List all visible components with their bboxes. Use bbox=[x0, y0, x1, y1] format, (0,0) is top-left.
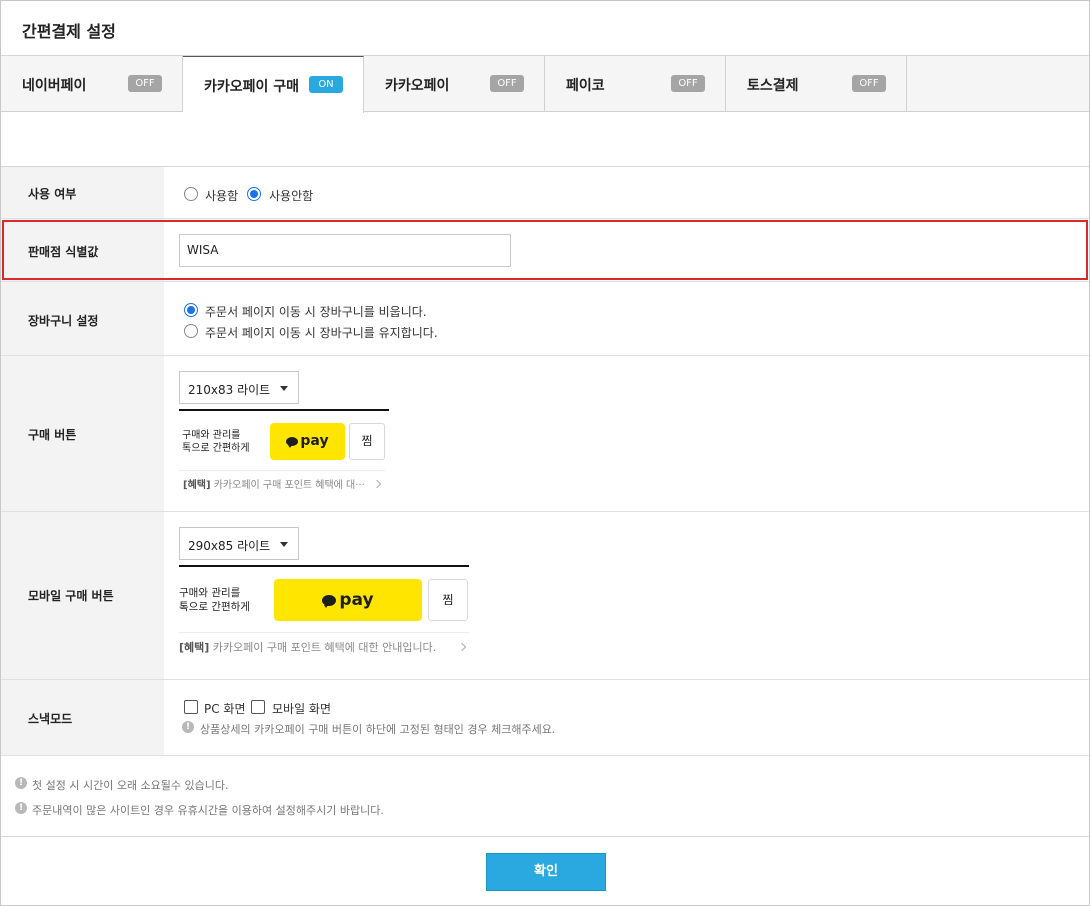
promo-line-2: 톡으로 간편하게 bbox=[182, 443, 250, 454]
row-value-cell: WISA bbox=[164, 219, 1089, 281]
tab-label: 카카오페이 bbox=[385, 78, 450, 94]
row-value-cell: PC 화면 모바일 화면 ! 상품상세의 카카오페이 구매 버튼이 하단에 고정… bbox=[164, 680, 1089, 755]
usage-label: 사용 여부 bbox=[28, 187, 77, 201]
merchant-id-input[interactable]: WISA bbox=[179, 234, 511, 267]
merchant-id-label: 판매점 식별값 bbox=[28, 245, 99, 259]
chevron-right-icon bbox=[457, 642, 467, 652]
row-value-cell: 290x85 라이트 구매와 관리를 톡으로 간편하게 pay 찜 [혜택] 카… bbox=[164, 512, 1089, 679]
cart-keep-label[interactable]: 주문서 페이지 이동 시 장바구니를 유지합니다. bbox=[205, 324, 438, 341]
row-merchant-id: 판매점 식별값 WISA bbox=[1, 219, 1089, 282]
wishlist-button[interactable]: 찜 bbox=[428, 579, 468, 621]
status-badge: ON bbox=[309, 76, 343, 93]
wishlist-button[interactable]: 찜 bbox=[349, 423, 385, 460]
row-label-cell: 구매 버튼 bbox=[1, 356, 164, 511]
tab-label: 카카오페이 구매 bbox=[204, 79, 300, 95]
cart-keep-radio[interactable] bbox=[184, 324, 198, 338]
benefit-link[interactable]: [혜택] 카카오페이 구매 포인트 혜택에 대··· bbox=[183, 476, 365, 491]
row-snack-mode: 스낵모드 PC 화면 모바일 화면 ! 상품상세의 카카오페이 구매 버튼이 하… bbox=[1, 680, 1089, 756]
kakao-talk-icon bbox=[286, 436, 299, 448]
usage-on-label[interactable]: 사용함 bbox=[205, 187, 238, 204]
kakaopay-button[interactable]: pay bbox=[274, 579, 422, 621]
tab-label: 네이버페이 bbox=[22, 78, 87, 94]
confirm-button[interactable]: 확인 bbox=[486, 853, 606, 891]
notes-area: ! 첫 설정 시 시간이 오래 소요될수 있습니다. ! 주문내역이 많은 사이… bbox=[1, 756, 1089, 837]
settings-panel: 간편결제 설정 네이버페이 OFF 카카오페이 구매 ON 카카오페이 OFF … bbox=[0, 0, 1090, 906]
benefit-text: 카카오페이 구매 포인트 혜택에 대한 안내입니다. bbox=[212, 641, 437, 654]
chevron-down-icon bbox=[280, 386, 288, 391]
tab-kakaopay-purchase[interactable]: 카카오페이 구매 ON bbox=[183, 56, 364, 113]
cart-empty-label[interactable]: 주문서 페이지 이동 시 장바구니를 비웁니다. bbox=[205, 303, 427, 320]
mobile-button-label: 모바일 구매 버튼 bbox=[28, 589, 114, 603]
benefit-text: 카카오페이 구매 포인트 혜택에 대··· bbox=[213, 480, 365, 491]
title-bar: 간편결제 설정 bbox=[1, 1, 1089, 56]
note-2: 주문내역이 많은 사이트인 경우 유휴시간을 이용하여 설정해주시기 바랍니다. bbox=[32, 804, 384, 817]
select-value: 210x83 라이트 bbox=[188, 383, 271, 397]
info-icon: ! bbox=[15, 802, 27, 814]
status-badge: OFF bbox=[671, 75, 705, 92]
chevron-right-icon bbox=[372, 479, 382, 489]
info-icon: ! bbox=[182, 721, 194, 733]
tab-label: 페이코 bbox=[566, 78, 605, 94]
select-value: 290x85 라이트 bbox=[188, 539, 271, 553]
row-label-cell: 장바구니 설정 bbox=[1, 282, 164, 355]
note-1: 첫 설정 시 시간이 오래 소요될수 있습니다. bbox=[32, 779, 229, 792]
usage-off-radio[interactable] bbox=[247, 187, 261, 201]
row-value-cell: 주문서 페이지 이동 시 장바구니를 비웁니다. 주문서 페이지 이동 시 장바… bbox=[164, 282, 1089, 355]
snack-mobile-label[interactable]: 모바일 화면 bbox=[272, 700, 331, 717]
cart-label: 장바구니 설정 bbox=[28, 314, 99, 328]
snack-mode-label: 스낵모드 bbox=[28, 712, 73, 726]
promo-line-2: 톡으로 간편하게 bbox=[179, 601, 250, 613]
snack-pc-label[interactable]: PC 화면 bbox=[204, 700, 246, 717]
row-buy-button: 구매 버튼 210x83 라이트 구매와 관리를 톡으로 간편하게 pay 찜 … bbox=[1, 356, 1089, 512]
mobile-button-size-select[interactable]: 290x85 라이트 bbox=[179, 527, 299, 560]
tab-payco[interactable]: 페이코 OFF bbox=[545, 56, 726, 112]
snack-pc-checkbox[interactable] bbox=[184, 700, 198, 714]
row-mobile-button: 모바일 구매 버튼 290x85 라이트 구매와 관리를 톡으로 간편하게 pa… bbox=[1, 512, 1089, 680]
status-badge: OFF bbox=[852, 75, 886, 92]
tab-kakaopay[interactable]: 카카오페이 OFF bbox=[364, 56, 545, 112]
preview-divider bbox=[179, 565, 469, 567]
row-label-cell: 사용 여부 bbox=[1, 167, 164, 218]
row-label-cell: 스낵모드 bbox=[1, 680, 164, 755]
benefit-divider bbox=[179, 632, 469, 633]
status-badge: OFF bbox=[490, 75, 524, 92]
row-usage: 사용 여부 사용함 사용안함 bbox=[1, 167, 1089, 219]
tab-label: 토스결제 bbox=[747, 78, 799, 94]
buy-button-label: 구매 버튼 bbox=[28, 428, 77, 442]
row-value-cell: 210x83 라이트 구매와 관리를 톡으로 간편하게 pay 찜 [혜택] 카… bbox=[164, 356, 1089, 511]
row-value-cell: 사용함 사용안함 bbox=[164, 167, 1089, 218]
snack-mode-note: 상품상세의 카카오페이 구매 버튼이 하단에 고정된 형태인 경우 체크해주세요… bbox=[200, 723, 556, 736]
kakaopay-button[interactable]: pay bbox=[270, 423, 345, 460]
benefit-link[interactable]: [혜택] 카카오페이 구매 포인트 혜택에 대한 안내입니다. bbox=[179, 639, 436, 655]
page-title: 간편결제 설정 bbox=[22, 22, 116, 41]
row-cart: 장바구니 설정 주문서 페이지 이동 시 장바구니를 비웁니다. 주문서 페이지… bbox=[1, 282, 1089, 356]
info-icon: ! bbox=[15, 777, 27, 789]
cart-empty-radio[interactable] bbox=[184, 303, 198, 317]
benefit-divider bbox=[179, 470, 385, 471]
benefit-tag: [혜택] bbox=[183, 480, 211, 491]
promo-line-1: 구매와 관리를 bbox=[179, 587, 241, 599]
row-label-cell: 판매점 식별값 bbox=[1, 219, 164, 281]
preview-divider bbox=[179, 409, 389, 411]
benefit-tag: [혜택] bbox=[179, 641, 210, 654]
usage-on-radio[interactable] bbox=[184, 187, 198, 201]
pay-text: pay bbox=[300, 433, 329, 449]
tab-toss[interactable]: 토스결제 OFF bbox=[726, 56, 907, 112]
chevron-down-icon bbox=[280, 542, 288, 547]
tab-naverpay[interactable]: 네이버페이 OFF bbox=[1, 56, 183, 112]
kakao-talk-icon bbox=[322, 594, 337, 608]
status-badge: OFF bbox=[128, 75, 162, 92]
usage-off-label[interactable]: 사용안함 bbox=[269, 187, 313, 204]
buy-button-size-select[interactable]: 210x83 라이트 bbox=[179, 371, 299, 404]
spacer-area bbox=[1, 112, 1089, 167]
promo-line-1: 구매와 관리를 bbox=[182, 430, 241, 441]
tab-bar: 네이버페이 OFF 카카오페이 구매 ON 카카오페이 OFF 페이코 OFF … bbox=[1, 56, 1089, 113]
snack-mobile-checkbox[interactable] bbox=[251, 700, 265, 714]
row-label-cell: 모바일 구매 버튼 bbox=[1, 512, 164, 679]
pay-text: pay bbox=[339, 590, 374, 610]
